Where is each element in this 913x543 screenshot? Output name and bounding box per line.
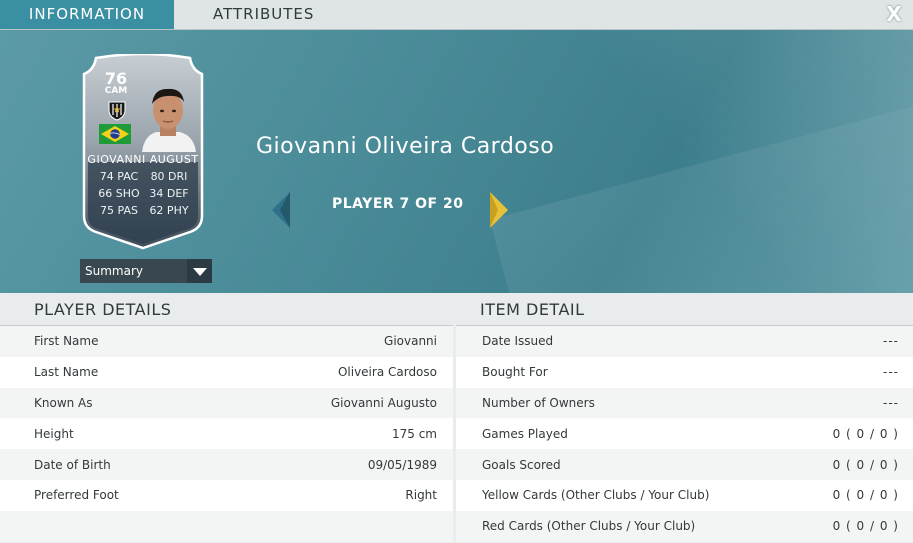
table-row: Last Name Oliveira Cardoso: [0, 356, 453, 388]
row-label: Yellow Cards (Other Clubs / Your Club): [482, 488, 710, 503]
stat-pac: 74 PAC: [99, 170, 139, 183]
chevron-down-icon[interactable]: [187, 259, 212, 283]
player-details-heading: PLAYER DETAILS: [34, 300, 172, 319]
club-crest-icon: [108, 101, 126, 121]
row-label: Date of Birth: [34, 457, 111, 472]
stat-sho: 66 SHO: [98, 187, 140, 200]
previous-player-arrow-icon[interactable]: [270, 190, 292, 230]
table-row: Date of Birth 09/05/1989: [0, 449, 453, 480]
table-row: Number of Owners ---: [456, 387, 913, 419]
details-area: PLAYER DETAILS ITEM DETAIL First Name Gi…: [0, 293, 913, 543]
table-row: Bought For ---: [456, 356, 913, 388]
table-row: Date Issued ---: [456, 326, 913, 357]
tab-information[interactable]: INFORMATION: [0, 0, 174, 29]
item-detail-table: Date Issued --- Bought For --- Number of…: [456, 325, 913, 542]
stat-dri: 80 DRI: [150, 170, 188, 183]
tab-bar: INFORMATION ATTRIBUTES X: [0, 0, 913, 30]
table-row: Yellow Cards (Other Clubs / Your Club) 0…: [456, 479, 913, 511]
table-row: Preferred Foot Right: [0, 479, 453, 511]
row-label: First Name: [34, 334, 99, 349]
next-player-arrow-icon[interactable]: [488, 190, 510, 230]
row-label: Known As: [34, 395, 93, 410]
player-face-image: [142, 88, 196, 152]
row-label: Red Cards (Other Clubs / Your Club): [482, 519, 696, 534]
row-value: Right: [405, 488, 437, 503]
table-row: Games Played 0 ( 0 / 0 ): [456, 418, 913, 450]
card-position: CAM: [104, 86, 128, 96]
row-value: 0 ( 0 / 0 ): [832, 519, 899, 534]
row-label: Date Issued: [482, 334, 554, 349]
table-row: Goals Scored 0 ( 0 / 0 ): [456, 449, 913, 480]
player-details-table: First Name Giovanni Last Name Oliveira C…: [0, 325, 453, 542]
row-value: ---: [883, 334, 899, 349]
player-card[interactable]: 76 CAM GIOVANNI AUGUST 74 PAC 80 DRI 66 …: [80, 54, 206, 250]
card-stats-row: 66 SHO 34 DEF: [94, 185, 194, 202]
row-label: Goals Scored: [482, 457, 561, 472]
card-player-name: GIOVANNI AUGUST: [87, 153, 199, 166]
card-stats-row: 75 PAS 62 PHY: [94, 202, 194, 219]
player-full-name: Giovanni Oliveira Cardoso: [256, 134, 555, 159]
row-value: ---: [883, 395, 899, 410]
row-value: ---: [883, 365, 899, 380]
tab-attributes[interactable]: ATTRIBUTES: [213, 0, 314, 29]
row-value: 09/05/1989: [367, 457, 437, 472]
summary-dropdown-label: Summary: [85, 264, 143, 278]
card-stats-row: 74 PAC 80 DRI: [94, 168, 194, 185]
row-value: Giovanni: [384, 334, 437, 349]
close-icon[interactable]: X: [883, 3, 905, 25]
row-value: 0 ( 0 / 0 ): [832, 488, 899, 503]
row-value: Giovanni Augusto: [330, 395, 437, 410]
row-label: Bought For: [482, 365, 548, 380]
card-stats: 74 PAC 80 DRI 66 SHO 34 DEF 75 PAS 62 PH…: [94, 168, 194, 219]
row-value: 0 ( 0 / 0 ): [832, 426, 899, 441]
row-label: Last Name: [34, 365, 99, 380]
stat-pas: 75 PAS: [100, 204, 138, 217]
player-counter: PLAYER 7 OF 20: [332, 196, 464, 212]
stat-def: 34 DEF: [149, 187, 189, 200]
row-value: 175 cm: [391, 426, 437, 441]
row-label: Games Played: [482, 426, 568, 441]
player-hero: 76 CAM GIOVANNI AUGUST 74 PAC 80 DRI 66 …: [0, 30, 913, 293]
table-row: Red Cards (Other Clubs / Your Club) 0 ( …: [456, 510, 913, 542]
item-detail-heading: ITEM DETAIL: [480, 300, 585, 319]
table-row: First Name Giovanni: [0, 326, 453, 357]
brazil-flag-icon: [99, 124, 131, 144]
table-row: Height 175 cm: [0, 418, 453, 450]
row-label: Preferred Foot: [34, 488, 119, 503]
table-row: [0, 510, 453, 542]
table-row: Known As Giovanni Augusto: [0, 387, 453, 419]
row-label: Height: [34, 426, 74, 441]
row-value: Oliveira Cardoso: [337, 365, 437, 380]
row-value: 0 ( 0 / 0 ): [832, 457, 899, 472]
row-label: Number of Owners: [482, 395, 595, 410]
stat-phy: 62 PHY: [149, 204, 189, 217]
summary-dropdown[interactable]: Summary: [80, 259, 212, 283]
